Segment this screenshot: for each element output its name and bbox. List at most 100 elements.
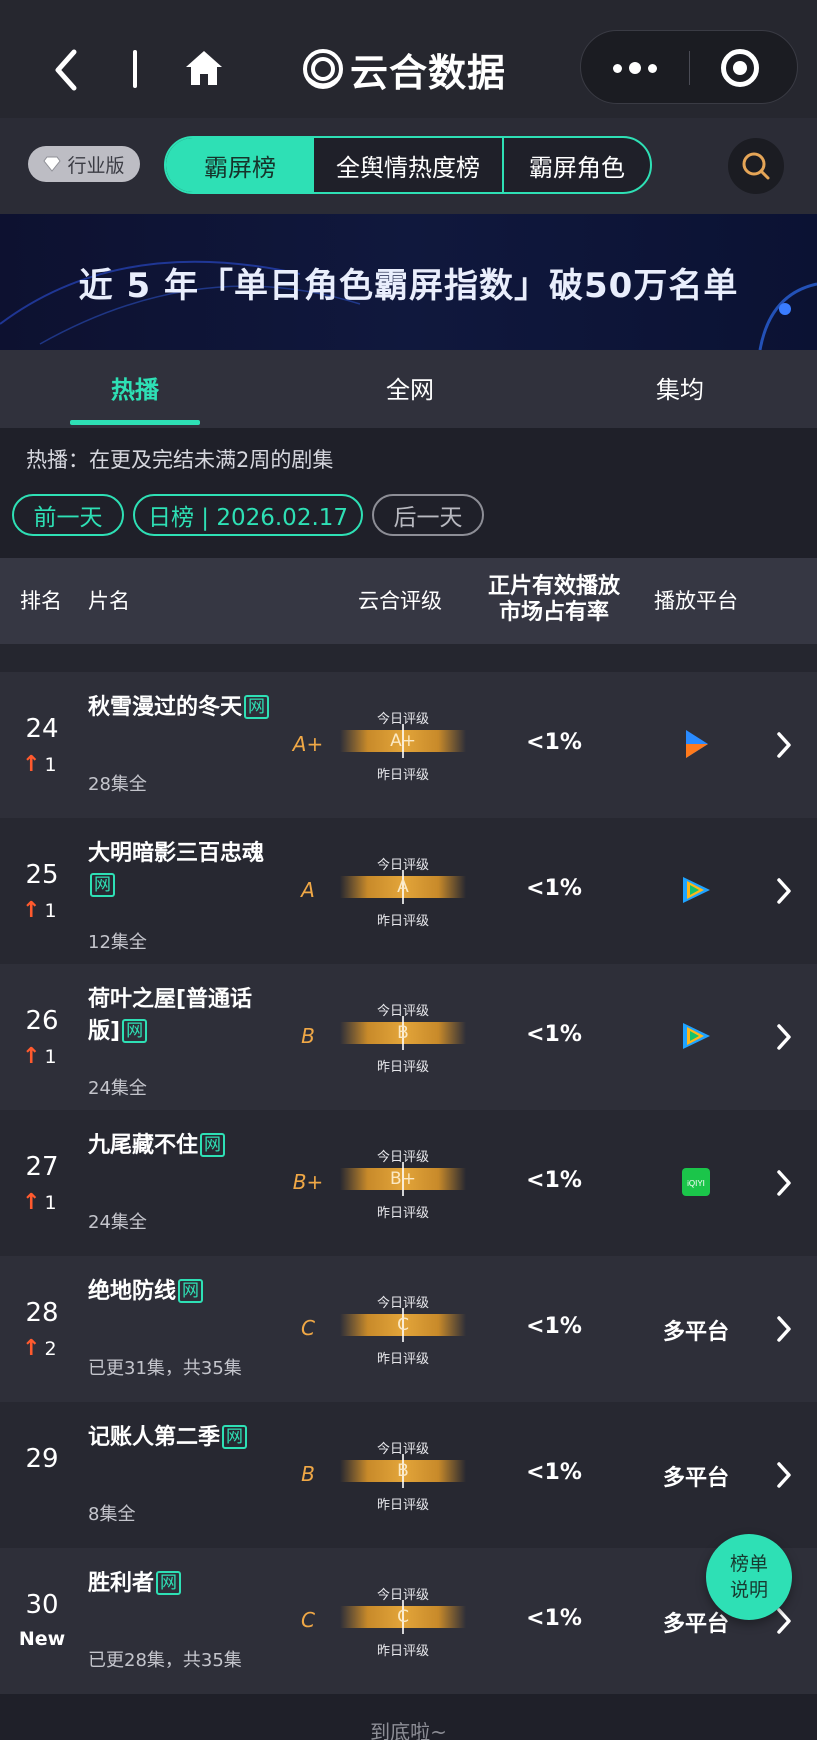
table-header-spacer xyxy=(0,644,817,672)
table-row[interactable]: 30 New 胜利者网 已更28集，共35集 C 今日评级 C 昨日评级 <1%… xyxy=(0,1548,817,1694)
iqiyi-icon: iQIYI xyxy=(682,1168,710,1196)
subtab-hot[interactable]: 热播 xyxy=(70,370,200,405)
date-picker-button[interactable]: 日榜 | 2026.02.17 xyxy=(133,494,363,536)
gauge-yesterday-label: 昨日评级 xyxy=(376,1060,429,1075)
banner-text: 近 5 年「单日角色霸屏指数」破50万名单 xyxy=(78,265,739,306)
show-title[interactable]: 绝地防线网 xyxy=(88,1276,274,1308)
episode-status: 24集全 xyxy=(88,1078,147,1099)
help-line1: 榜单 xyxy=(729,1553,768,1575)
header-title: 片名 xyxy=(88,589,130,613)
episode-status: 24集全 xyxy=(88,1212,147,1233)
rank-number: 24 xyxy=(25,714,59,744)
chevron-right-icon[interactable] xyxy=(774,876,794,906)
table-row[interactable]: 29 记账人第二季网 8集全 B 今日评级 B 昨日评级 <1% 多平台 xyxy=(0,1402,817,1548)
platform-multi: 多平台 xyxy=(662,1320,729,1345)
rating-gauge: 今日评级 A 昨日评级 xyxy=(336,854,470,930)
segment-screen-dominance[interactable]: 霸屏榜 xyxy=(166,138,314,192)
arrow-up-icon: ↑ xyxy=(22,1190,41,1215)
promo-banner[interactable]: 近 5 年「单日角色霸屏指数」破50万名单 xyxy=(0,214,817,350)
grade-label: B xyxy=(301,1462,315,1486)
show-title[interactable]: 大明暗影三百忠魂网 xyxy=(88,838,274,902)
rank-number: 27 xyxy=(25,1152,59,1182)
header-share-line1: 正片有效播放 xyxy=(487,574,620,599)
grade-label: A xyxy=(301,878,315,902)
svg-text:iQIYI: iQIYI xyxy=(687,1179,705,1188)
chevron-right-icon[interactable] xyxy=(774,1606,794,1636)
rank-number: 25 xyxy=(25,860,59,890)
arrow-up-icon: ↑ xyxy=(22,752,41,777)
rank-change: ↑ 1 xyxy=(22,1044,72,1069)
gauge-yesterday-label: 昨日评级 xyxy=(376,1206,429,1221)
chevron-right-icon[interactable] xyxy=(774,730,794,760)
gauge-grade: B+ xyxy=(390,1169,416,1189)
table-row[interactable]: 25 ↑ 1 大明暗影三百忠魂网 12集全 A 今日评级 A 昨日评级 <1% xyxy=(0,818,817,964)
rank-new-label: New xyxy=(18,1628,66,1650)
chevron-right-icon[interactable] xyxy=(774,1314,794,1344)
next-day-button[interactable]: 后一天 xyxy=(372,494,484,536)
show-title[interactable]: 荷叶之屋[普通话版] 网 xyxy=(88,984,274,1048)
list-help-button[interactable]: 榜单 说明 xyxy=(706,1534,792,1620)
show-title[interactable]: 秋雪漫过的冬天网 xyxy=(88,692,274,724)
prev-day-button[interactable]: 前一天 xyxy=(12,494,124,536)
grade-label: C xyxy=(301,1608,315,1632)
header-rating: 云合评级 xyxy=(358,589,442,613)
gauge-grade: A xyxy=(397,877,409,897)
header-rank: 排名 xyxy=(20,589,62,613)
gauge-yesterday-label: 昨日评级 xyxy=(376,1498,429,1513)
arrow-up-icon: ↑ xyxy=(22,1044,41,1069)
subtab-per-episode[interactable]: 集均 xyxy=(630,370,730,405)
tencent-video-icon xyxy=(683,1023,710,1049)
grade-label: B xyxy=(301,1024,315,1048)
grade-label: A+ xyxy=(292,732,324,756)
home-icon[interactable] xyxy=(184,48,224,88)
grade-label: C xyxy=(301,1316,315,1340)
rank-number: 28 xyxy=(25,1298,59,1328)
edition-badge[interactable]: 行业版 xyxy=(28,146,140,182)
ranking-type-bar: 行业版 霸屏榜 全舆情热度榜 霸屏角色 xyxy=(0,118,817,214)
rating-gauge: 今日评级 B 昨日评级 xyxy=(336,1438,470,1514)
nav-divider xyxy=(133,50,137,88)
market-share-value: <1% xyxy=(526,1314,582,1339)
rating-gauge: 今日评级 C 昨日评级 xyxy=(336,1584,470,1660)
segment-public-opinion[interactable]: 全舆情热度榜 xyxy=(314,138,504,192)
chevron-right-icon[interactable] xyxy=(774,1460,794,1490)
rank-change-value: 2 xyxy=(44,1337,57,1360)
segment-dominant-roles[interactable]: 霸屏角色 xyxy=(504,138,650,192)
web-series-badge: 网 xyxy=(200,1133,226,1157)
show-title[interactable]: 胜利者网 xyxy=(88,1568,274,1600)
rank-number: 30 xyxy=(25,1590,59,1620)
rank-number: 26 xyxy=(25,1006,59,1036)
gauge-yesterday-label: 昨日评级 xyxy=(376,1352,429,1367)
back-icon[interactable] xyxy=(50,46,84,94)
table-row[interactable]: 28 ↑ 2 绝地防线网 已更31集，共35集 C 今日评级 C 昨日评级 <1… xyxy=(0,1256,817,1402)
table-row[interactable]: 26 ↑ 1 荷叶之屋[普通话版] 网 24集全 B 今日评级 B 昨日评级 <1… xyxy=(0,964,817,1110)
episode-status: 已更31集，共35集 xyxy=(88,1358,242,1379)
close-icon[interactable] xyxy=(721,49,759,87)
show-title[interactable]: 记账人第二季网 xyxy=(88,1422,274,1454)
web-series-badge: 网 xyxy=(122,1019,148,1043)
chevron-right-icon[interactable] xyxy=(774,1022,794,1052)
ranking-segment-control: 霸屏榜 全舆情热度榜 霸屏角色 xyxy=(164,136,652,194)
table-header: 排名 片名 云合评级 正片有效播放 市场占有率 播放平台 xyxy=(0,558,817,644)
active-subtab-indicator xyxy=(70,420,200,425)
chevron-right-icon[interactable] xyxy=(774,1168,794,1198)
rank-change: ↑ 1 xyxy=(22,898,72,923)
gauge-grade: C xyxy=(397,1315,409,1335)
table-row[interactable]: 27 ↑ 1 九尾藏不住网 24集全 B+ 今日评级 B+ 昨日评级 <1% i xyxy=(0,1110,817,1256)
show-title[interactable]: 九尾藏不住网 xyxy=(88,1130,274,1162)
rank-change-value: 1 xyxy=(44,1191,57,1214)
subtab-all-network[interactable]: 全网 xyxy=(360,370,460,405)
show-title-text: 荷叶之屋[普通话版] xyxy=(88,987,253,1044)
search-icon[interactable] xyxy=(728,138,784,194)
grade-label: B+ xyxy=(292,1170,324,1194)
gauge-yesterday-label: 昨日评级 xyxy=(376,768,429,783)
show-title-text: 绝地防线 xyxy=(88,1279,177,1304)
gauge-grade: B xyxy=(397,1023,409,1043)
arrow-up-icon: ↑ xyxy=(22,1336,41,1361)
table-row[interactable]: 24 ↑ 1 秋雪漫过的冬天网 28集全 A+ 今日评级 A+ 昨日评级 <1% xyxy=(0,672,817,818)
help-line2: 说明 xyxy=(729,1579,768,1601)
show-title-text: 九尾藏不住 xyxy=(88,1133,199,1158)
gauge-yesterday-label: 昨日评级 xyxy=(376,1644,429,1659)
episode-status: 8集全 xyxy=(88,1504,136,1525)
more-icon[interactable] xyxy=(581,31,689,105)
